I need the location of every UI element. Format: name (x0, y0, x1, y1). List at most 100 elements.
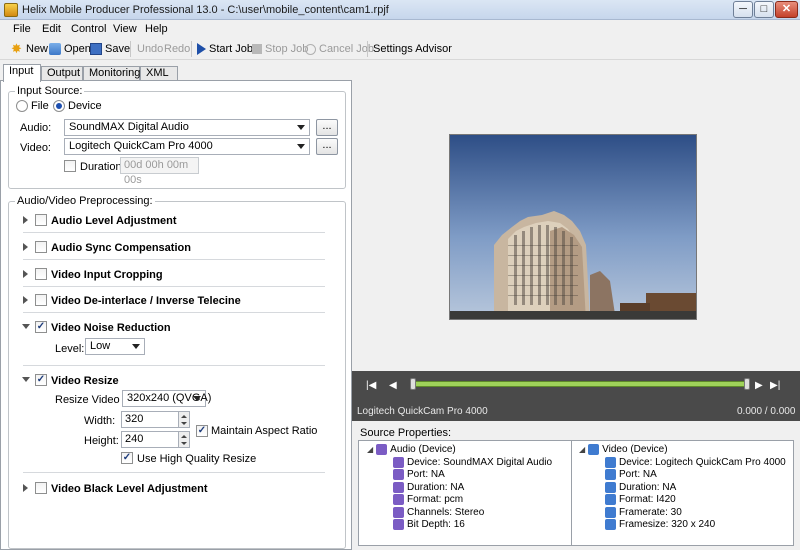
window-title: Helix Mobile Producer Professional 13.0 … (22, 4, 389, 16)
expand-arrow-icon[interactable] (23, 270, 28, 278)
chevron-down-icon (132, 344, 140, 349)
device-radio[interactable] (53, 100, 65, 112)
tab-xml[interactable]: XML (140, 66, 178, 81)
step-forward-icon[interactable]: ▶ (755, 380, 763, 391)
video-resize-section[interactable]: Video Resize (51, 375, 119, 387)
audio-level-checkbox[interactable] (35, 214, 47, 226)
height-label: Height: (84, 435, 119, 447)
tree-item: Port: NA (605, 469, 657, 480)
property-icon (393, 469, 404, 480)
redo-button[interactable]: Redo (164, 41, 190, 57)
high-quality-checkbox[interactable]: ✓ (121, 452, 133, 464)
menu-bar: File Edit Control View Help (0, 21, 800, 38)
audio-browse-button[interactable]: ... (316, 119, 338, 136)
title-bar: Helix Mobile Producer Professional 13.0 … (0, 0, 800, 20)
video-device-select[interactable]: Logitech QuickCam Pro 4000 (64, 138, 310, 155)
tree-item: Bit Depth: 16 (393, 519, 465, 530)
height-input[interactable]: 240 (121, 431, 179, 448)
toolbar-separator (130, 41, 131, 57)
deinterlace-section[interactable]: Video De-interlace / Inverse Telecine (51, 295, 241, 307)
audio-device-select[interactable]: SoundMAX Digital Audio (64, 119, 310, 136)
menu-control[interactable]: Control (71, 23, 106, 35)
duration-checkbox[interactable] (64, 160, 76, 172)
divider (23, 365, 325, 366)
stop-job-button[interactable]: Stop Job (252, 41, 308, 57)
collapse-arrow-icon[interactable] (22, 324, 30, 329)
step-back-icon[interactable]: ◀ (389, 380, 397, 391)
video-device-node[interactable]: ◢ Video (Device) (579, 444, 668, 455)
audio-sync-section[interactable]: Audio Sync Compensation (51, 242, 191, 254)
menu-edit[interactable]: Edit (42, 23, 61, 35)
tab-output[interactable]: Output (41, 66, 83, 81)
undo-button[interactable]: Undo (137, 41, 163, 57)
expand-arrow-icon[interactable] (23, 296, 28, 304)
skip-back-icon[interactable]: |◀ (366, 380, 376, 391)
input-panel: Input Source: File Device Audio: SoundMA… (0, 80, 352, 550)
save-icon (90, 43, 102, 55)
source-properties-panel: Source Properties: ◢ Audio (Device) Devi… (352, 425, 800, 550)
audio-sync-checkbox[interactable] (35, 241, 47, 253)
tree-item: Format: pcm (393, 494, 463, 505)
toolbar-separator (367, 41, 368, 57)
noise-reduction-section[interactable]: Video Noise Reduction (51, 322, 171, 334)
new-button[interactable]: ✸ New (11, 41, 48, 57)
minimize-button[interactable]: ─ (733, 1, 753, 18)
deinterlace-checkbox[interactable] (35, 294, 47, 306)
maintain-aspect-checkbox[interactable]: ✓ (196, 425, 208, 437)
video-resize-checkbox[interactable]: ✓ (35, 374, 47, 386)
time-readout: 0.000 / 0.000 (737, 406, 796, 417)
device-radio-label: Device (68, 100, 102, 112)
save-button[interactable]: Save (90, 41, 130, 57)
width-input[interactable]: 320 (121, 411, 179, 428)
toolbar: ✸ New Open Save Undo Redo Start Job Stop… (0, 38, 800, 60)
video-crop-checkbox[interactable] (35, 268, 47, 280)
tab-monitoring[interactable]: Monitoring (83, 66, 140, 81)
tab-input[interactable]: Input (3, 64, 41, 82)
audio-level-section[interactable]: Audio Level Adjustment (51, 215, 177, 227)
cancel-icon (305, 43, 316, 55)
property-icon (393, 457, 404, 468)
property-icon (605, 457, 616, 468)
video-browse-button[interactable]: ... (316, 138, 338, 155)
black-level-section[interactable]: Video Black Level Adjustment (51, 483, 208, 495)
skip-forward-icon[interactable]: ▶| (770, 380, 780, 391)
maximize-button[interactable]: □ (754, 1, 774, 18)
divider (23, 312, 325, 313)
noise-level-label: Level: (55, 343, 85, 355)
menu-file[interactable]: File (13, 23, 31, 35)
noise-reduction-checkbox[interactable]: ✓ (35, 321, 47, 333)
start-job-button[interactable]: Start Job (197, 41, 253, 57)
device-name-label: Logitech QuickCam Pro 4000 (357, 406, 488, 417)
video-device-icon (588, 444, 600, 455)
expand-arrow-icon[interactable] (23, 484, 28, 492)
noise-level-select[interactable]: Low (85, 338, 145, 355)
collapse-arrow-icon[interactable] (22, 377, 30, 382)
tree-item: Format: I420 (605, 494, 676, 505)
source-properties-label: Source Properties: (360, 427, 452, 439)
cancel-job-button[interactable]: Cancel Job (305, 41, 374, 57)
timeline-track[interactable] (412, 381, 746, 387)
duration-field[interactable]: 00d 00h 00m 00s (120, 157, 199, 186)
close-button[interactable]: ✕ (775, 1, 798, 18)
transport-bar: |◀ ◀ ▶ ▶| Logitech QuickCam Pro 4000 0.0… (352, 371, 800, 421)
expand-arrow-icon[interactable] (23, 216, 28, 224)
settings-advisor-button[interactable]: Settings Advisor (373, 41, 452, 57)
menu-view[interactable]: View (113, 23, 137, 35)
divider (23, 259, 325, 260)
height-stepper[interactable] (179, 431, 190, 448)
audio-device-node[interactable]: ◢ Audio (Device) (367, 444, 456, 455)
open-button[interactable]: Open (49, 41, 91, 57)
black-level-checkbox[interactable] (35, 482, 47, 494)
width-stepper[interactable] (179, 411, 190, 428)
audio-device-icon (376, 444, 388, 455)
tree-item: Port: NA (393, 469, 445, 480)
menu-help[interactable]: Help (145, 23, 168, 35)
file-radio[interactable] (16, 100, 28, 112)
resize-to-select[interactable]: 320x240 (QVGA) (122, 390, 211, 407)
property-icon (393, 507, 404, 518)
timeline-end-handle[interactable] (744, 378, 750, 390)
timeline-start-handle[interactable] (410, 378, 416, 390)
video-crop-section[interactable]: Video Input Cropping (51, 269, 163, 281)
toolbar-separator (191, 41, 192, 57)
expand-arrow-icon[interactable] (23, 243, 28, 251)
